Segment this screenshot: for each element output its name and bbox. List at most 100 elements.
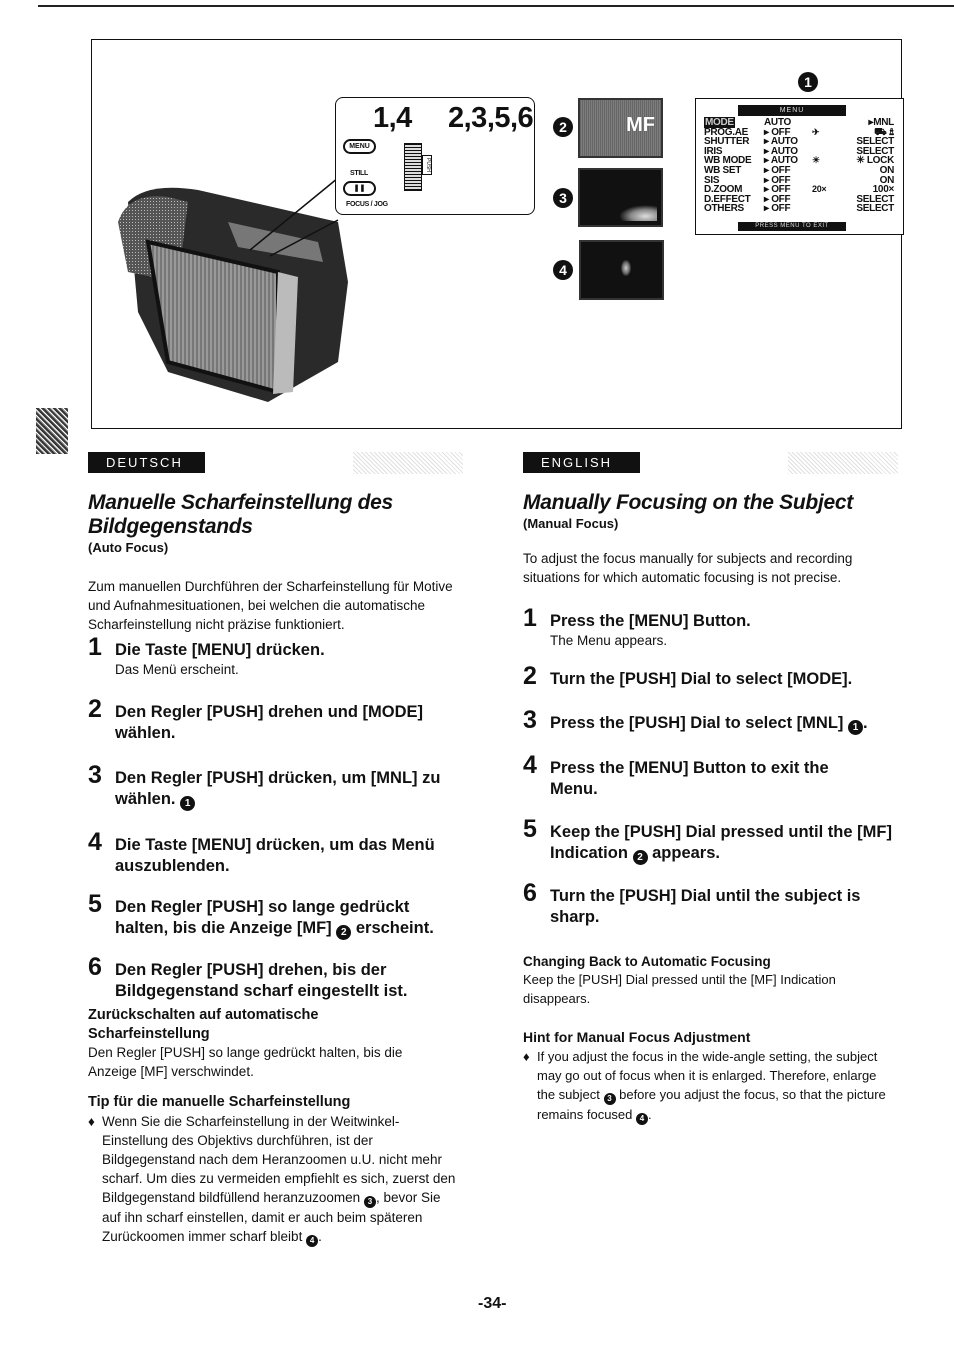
german-step-5: 5 Den Regler [PUSH] so lange gedrückt ha… bbox=[88, 890, 455, 940]
english-tip-heading: Hint for Manual Focus Adjustment bbox=[523, 1029, 751, 1045]
menu-item-extra: ✈ bbox=[812, 126, 820, 137]
menu-display: MENU MODE AUTO ▸MNL PROG.AE ▸ OFF ✈ ⛟ ♙ SHUTTER… bbox=[695, 98, 904, 235]
badge-ref-3: 3 bbox=[363, 1196, 376, 1208]
menu-row: OTHERS ▸ OFF SELECT bbox=[704, 204, 894, 214]
focus-jog-label: FOCUS / JOG bbox=[346, 201, 388, 208]
menu-item-label: OTHERS bbox=[704, 203, 744, 215]
badge-ref-2: 2 bbox=[632, 850, 648, 865]
step-number: 2 bbox=[88, 695, 102, 723]
german-subtitle: (Auto Focus) bbox=[88, 540, 169, 555]
page-number: -34- bbox=[478, 1295, 507, 1312]
viewfinder-zoomed-screen bbox=[578, 168, 663, 227]
badge-ref-1: 1 bbox=[180, 796, 196, 811]
mf-indicator: MF bbox=[626, 114, 655, 136]
push-dial bbox=[404, 143, 422, 191]
step-number: 6 bbox=[88, 953, 102, 981]
step-number: 2 bbox=[523, 662, 537, 690]
english-step-2: 2 Turn the [PUSH] Dial to select [MODE]. bbox=[523, 662, 903, 690]
menu-item-option: SELECT bbox=[856, 203, 894, 215]
step-text: Turn the [PUSH] Dial to select [MODE]. bbox=[550, 670, 853, 688]
badge-2: 2 bbox=[553, 117, 573, 137]
step-text: Press the [PUSH] Dial to select [MNL] bbox=[550, 714, 844, 732]
step-text: Die Taste [MENU] drücken, um das Menü au… bbox=[115, 836, 435, 875]
step-number: 5 bbox=[523, 815, 537, 843]
language-tab-german: DEUTSCH bbox=[88, 452, 205, 473]
step-number: 3 bbox=[88, 761, 102, 789]
german-tip-heading: Tip für die manuelle Scharfeinstellung bbox=[88, 1094, 351, 1110]
english-step-1: 1 Press the [MENU] Button. The Menu appe… bbox=[523, 604, 903, 649]
english-step-4: 4 Press the [MENU] Button to exit the Me… bbox=[523, 751, 880, 800]
language-tab-english: ENGLISH bbox=[523, 452, 640, 473]
step-group-menu: 1,4 bbox=[373, 102, 412, 134]
badge-ref-4: 4 bbox=[636, 1113, 649, 1125]
step-number: 4 bbox=[88, 828, 102, 856]
badge-1: 1 bbox=[798, 72, 818, 92]
german-revert-text: Den Regler [PUSH] so lange gedrückt halt… bbox=[88, 1045, 403, 1079]
menu-item-current: ▸ OFF bbox=[764, 203, 791, 215]
english-revert-heading: Changing Back to Automatic Focusing bbox=[523, 954, 771, 969]
step-number: 1 bbox=[523, 604, 537, 632]
step-number: 4 bbox=[523, 751, 537, 779]
german-tip-bullet: ♦ Wenn Sie die Scharfeinstellung in der … bbox=[88, 1112, 460, 1247]
callout-pointer-lines bbox=[249, 177, 339, 257]
step-text: Press the [MENU] Button. bbox=[550, 612, 751, 630]
viewfinder-mf-screen: MF bbox=[578, 98, 663, 158]
menu-header: MENU bbox=[738, 105, 846, 116]
step-text: Press the [MENU] Button to exit the Menu… bbox=[550, 759, 829, 798]
badge-ref-4: 4 bbox=[306, 1235, 319, 1247]
tip-text: . bbox=[648, 1107, 652, 1122]
german-column: DEUTSCH Manuelle Scharfeinstellung des B… bbox=[88, 452, 468, 1247]
badge-3: 3 bbox=[553, 188, 573, 208]
step-number: 3 bbox=[523, 706, 537, 734]
english-step-6: 6 Turn the [PUSH] Dial until the subject… bbox=[523, 879, 905, 928]
still-button: ❚❚ bbox=[343, 181, 376, 196]
step-number: 6 bbox=[523, 879, 537, 907]
german-step-6: 6 Den Regler [PUSH] drehen, bis der Bild… bbox=[88, 953, 455, 1002]
english-column: ENGLISH Manually Focusing on the Subject… bbox=[523, 452, 903, 1125]
german-title: Manuelle Scharfeinstellung des Bildgegen… bbox=[88, 491, 393, 538]
step-text-tail: . bbox=[862, 714, 868, 732]
step-text-tail: erscheint. bbox=[355, 919, 434, 937]
step-group-dial: 2,3,5,6 bbox=[448, 102, 534, 134]
bullet-diamond-icon: ♦ bbox=[88, 1114, 95, 1129]
menu-footer: PRESS MENU TO EXIT bbox=[738, 222, 846, 231]
push-label: PUSH bbox=[422, 155, 432, 175]
german-step-4: 4 Die Taste [MENU] drücken, um das Menü … bbox=[88, 828, 445, 877]
bullet-diamond-icon: ♦ bbox=[523, 1049, 530, 1064]
edge-thumb-mark bbox=[36, 408, 68, 454]
badge-ref-2: 2 bbox=[336, 925, 352, 940]
badge-ref-1: 1 bbox=[847, 720, 863, 735]
menu-row: WB SET ▸ OFF ON bbox=[704, 165, 894, 176]
english-intro: To adjust the focus manually for subject… bbox=[523, 551, 853, 585]
scan-noise bbox=[788, 452, 898, 474]
menu-item-extra: ☀ bbox=[812, 155, 820, 166]
german-revert-heading: Zurückschalten auf automatische Scharfei… bbox=[88, 1007, 319, 1042]
step-note: The Menu appears. bbox=[550, 633, 668, 648]
viewfinder-wide-screen bbox=[579, 240, 664, 300]
english-title: Manually Focusing on the Subject bbox=[523, 491, 853, 514]
menu-item-extra: 20× bbox=[812, 184, 827, 195]
english-subtitle: (Manual Focus) bbox=[523, 516, 619, 531]
english-revert-text: Keep the [PUSH] Dial pressed until the [… bbox=[523, 972, 836, 1006]
step-text: Die Taste [MENU] drücken. bbox=[115, 641, 325, 659]
top-rule bbox=[38, 5, 954, 7]
scan-noise bbox=[353, 452, 463, 474]
step-text: Den Regler [PUSH] drücken, um [MNL] zu w… bbox=[115, 769, 441, 808]
german-step-3: 3 Den Regler [PUSH] drücken, um [MNL] zu… bbox=[88, 761, 465, 811]
menu-button: MENU bbox=[343, 139, 376, 154]
step-number: 5 bbox=[88, 890, 102, 918]
badge-4: 4 bbox=[553, 260, 573, 280]
step-text: Turn the [PUSH] Dial until the subject i… bbox=[550, 887, 861, 926]
step-text: Den Regler [PUSH] drehen und [MODE] wähl… bbox=[115, 703, 424, 742]
still-label: STILL bbox=[350, 170, 368, 177]
badge-ref-3: 3 bbox=[603, 1093, 616, 1105]
english-step-5: 5 Keep the [PUSH] Dial pressed until the… bbox=[523, 815, 900, 865]
step-text: Keep the [PUSH] Dial pressed until the [… bbox=[550, 823, 892, 862]
german-step-1: 1 Die Taste [MENU] drücken. Das Menü ers… bbox=[88, 635, 468, 678]
tip-text: . bbox=[318, 1229, 322, 1244]
english-step-3: 3 Press the [PUSH] Dial to select [MNL] … bbox=[523, 706, 903, 735]
german-step-2: 2 Den Regler [PUSH] drehen und [MODE] wä… bbox=[88, 695, 465, 744]
german-intro: Zum manuellen Durchführen der Scharfeins… bbox=[88, 579, 453, 632]
control-callout: 1,4 2,3,5,6 MENU STILL ❚❚ FOCUS / JOG bbox=[335, 97, 535, 215]
menu-table: MODE AUTO ▸MNL PROG.AE ▸ OFF ✈ ⛟ ♙ SHUTTER ▸ AUT… bbox=[704, 117, 894, 214]
